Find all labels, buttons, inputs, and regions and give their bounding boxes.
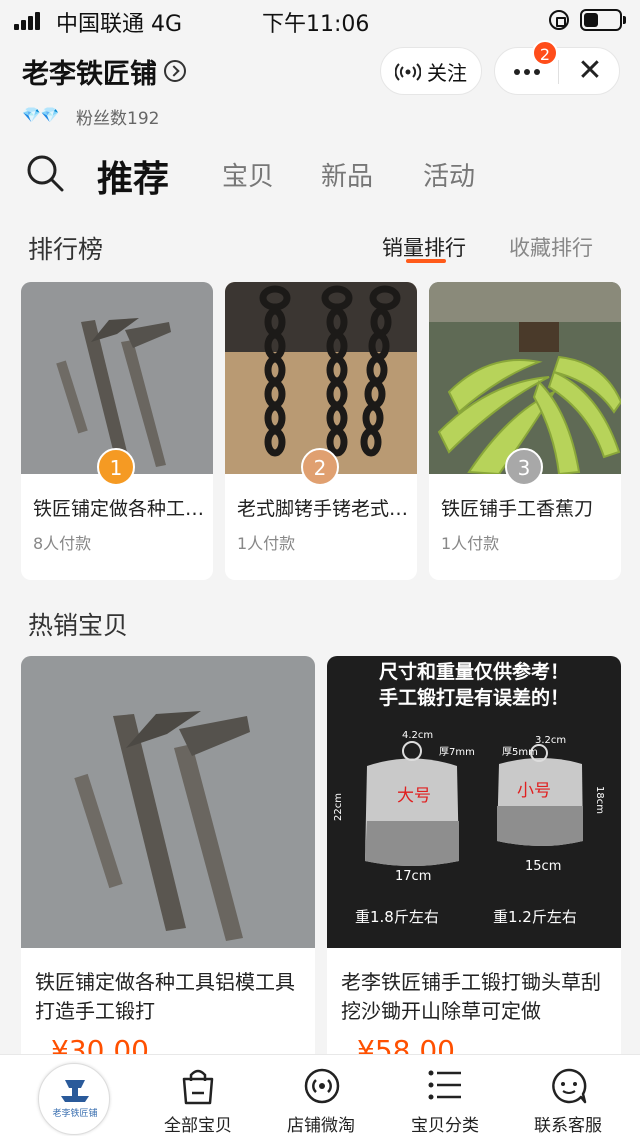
tab-items[interactable]: 宝贝 bbox=[222, 156, 274, 193]
nav-categories[interactable]: 宝贝分类 bbox=[383, 1055, 507, 1136]
image-dim-thick-right: 厚5mm bbox=[502, 746, 538, 758]
nav-all-items[interactable]: 全部宝贝 bbox=[136, 1055, 260, 1136]
image-caption-line1: 尺寸和重量仅供参考！ bbox=[379, 660, 569, 683]
product-title: 老式脚铐手铐老式铁链 bbox=[237, 498, 409, 520]
tab-recommend[interactable]: 推荐 bbox=[97, 150, 169, 202]
image-caption-line2: 手工锻打是有误差的！ bbox=[379, 686, 569, 709]
rank-medal: 2 bbox=[301, 448, 339, 486]
image-dim-top-left: 4.2cm bbox=[402, 730, 433, 741]
notification-badge: 2 bbox=[532, 40, 558, 66]
product-image-tools bbox=[21, 282, 213, 474]
product-image-hoes: 尺寸和重量仅供参考！ 手工锻打是有误差的！ 大号 小号 4.2cm 厚7mm 厚… bbox=[327, 656, 621, 948]
status-bar: 中国联通 4G 下午11:06 bbox=[0, 0, 640, 40]
rank-card[interactable]: 2 老式脚铐手铐老式铁链 1人付款 bbox=[225, 282, 417, 580]
image-dim-top-right: 3.2cm bbox=[535, 735, 566, 746]
hot-title: 热销宝贝 bbox=[28, 611, 129, 640]
image-dim-thick-left: 厚7mm bbox=[439, 746, 475, 758]
product-title: 铁匠铺定做各种工具铝模工具打造手工锻打 bbox=[35, 970, 295, 1023]
logo-text: 老李铁匠铺 bbox=[52, 1109, 98, 1119]
rank-card[interactable]: 3 铁匠铺手工香蕉刀 1人付款 bbox=[429, 282, 621, 580]
sold-count: 8人付款 bbox=[33, 534, 92, 553]
sold-count: 1人付款 bbox=[441, 534, 500, 553]
product-image-bananas bbox=[429, 282, 621, 476]
chat-face-icon bbox=[552, 1068, 587, 1104]
nav-shop-feed[interactable]: 店铺微淘 bbox=[259, 1055, 383, 1136]
broadcast-icon bbox=[304, 1068, 340, 1104]
product-title: 铁匠铺定做各种工具铝模 bbox=[33, 498, 205, 520]
image-dim-height-right: 18cm bbox=[594, 786, 605, 814]
tab-favorites-rank[interactable]: 收藏排行 bbox=[509, 232, 593, 262]
image-weight-right: 重1.2斤左右 bbox=[493, 908, 577, 926]
bottom-nav: 老李铁匠铺 全部宝贝 店铺微淘 宝贝分类 联系客服 bbox=[0, 1054, 640, 1136]
shopping-bag-icon bbox=[182, 1069, 214, 1105]
follow-label: 关注 bbox=[427, 60, 467, 85]
image-dim-width-left: 17cm bbox=[395, 869, 431, 884]
nav-label: 全部宝贝 bbox=[164, 1116, 232, 1136]
carrier-label: 中国联通 4G bbox=[56, 12, 183, 37]
image-large-label: 大号 bbox=[397, 786, 431, 806]
list-icon bbox=[428, 1070, 461, 1100]
rotation-lock-icon bbox=[549, 10, 569, 30]
rank-medal: 3 bbox=[505, 448, 543, 486]
image-dim-width-right: 15cm bbox=[525, 859, 561, 874]
search-icon[interactable] bbox=[26, 154, 64, 192]
active-tab-indicator bbox=[406, 259, 446, 263]
nav-label: 宝贝分类 bbox=[411, 1116, 479, 1136]
image-weight-left: 重1.8斤左右 bbox=[355, 908, 439, 926]
shop-name[interactable]: 老李铁匠铺 bbox=[22, 52, 157, 91]
clock: 下午11:06 bbox=[262, 12, 370, 37]
product-image-chains bbox=[225, 282, 417, 474]
hot-item-card[interactable]: 尺寸和重量仅供参考！ 手工锻打是有误差的！ 大号 小号 4.2cm 厚7mm 厚… bbox=[327, 656, 621, 1076]
tab-sales-rank[interactable]: 销量排行 bbox=[382, 232, 466, 262]
product-title: 老李铁匠铺手工锻打锄头草刮挖沙锄开山除草可定做 bbox=[341, 970, 601, 1023]
chevron-right-icon[interactable] bbox=[164, 60, 186, 82]
product-image-tools bbox=[21, 656, 315, 948]
image-dim-height-left: 22cm bbox=[333, 793, 344, 821]
nav-label: 店铺微淘 bbox=[287, 1116, 355, 1136]
shop-logo[interactable]: 老李铁匠铺 bbox=[38, 1063, 110, 1135]
fans-count: 粉丝数192 bbox=[76, 109, 160, 129]
ranking-title: 排行榜 bbox=[28, 235, 104, 264]
tab-new[interactable]: 新品 bbox=[321, 156, 373, 193]
follow-button[interactable]: 关注 bbox=[380, 47, 482, 95]
diamond-level-icon: 💎💎 bbox=[22, 106, 60, 124]
broadcast-icon bbox=[394, 62, 422, 81]
image-small-label: 小号 bbox=[517, 781, 551, 801]
signal-icon bbox=[14, 12, 48, 30]
close-button[interactable]: ✕ bbox=[559, 48, 621, 96]
nav-customer-service[interactable]: 联系客服 bbox=[506, 1055, 630, 1136]
rank-card[interactable]: 1 铁匠铺定做各种工具铝模 8人付款 bbox=[21, 282, 213, 580]
battery-icon bbox=[580, 9, 626, 31]
tab-activity[interactable]: 活动 bbox=[423, 156, 475, 193]
hot-item-card[interactable]: 铁匠铺定做各种工具铝模工具打造手工锻打 ¥30.00 bbox=[21, 656, 315, 1076]
nav-label: 联系客服 bbox=[534, 1116, 602, 1136]
sold-count: 1人付款 bbox=[237, 534, 296, 553]
rank-medal: 1 bbox=[97, 448, 135, 486]
product-title: 铁匠铺手工香蕉刀 bbox=[441, 498, 594, 520]
